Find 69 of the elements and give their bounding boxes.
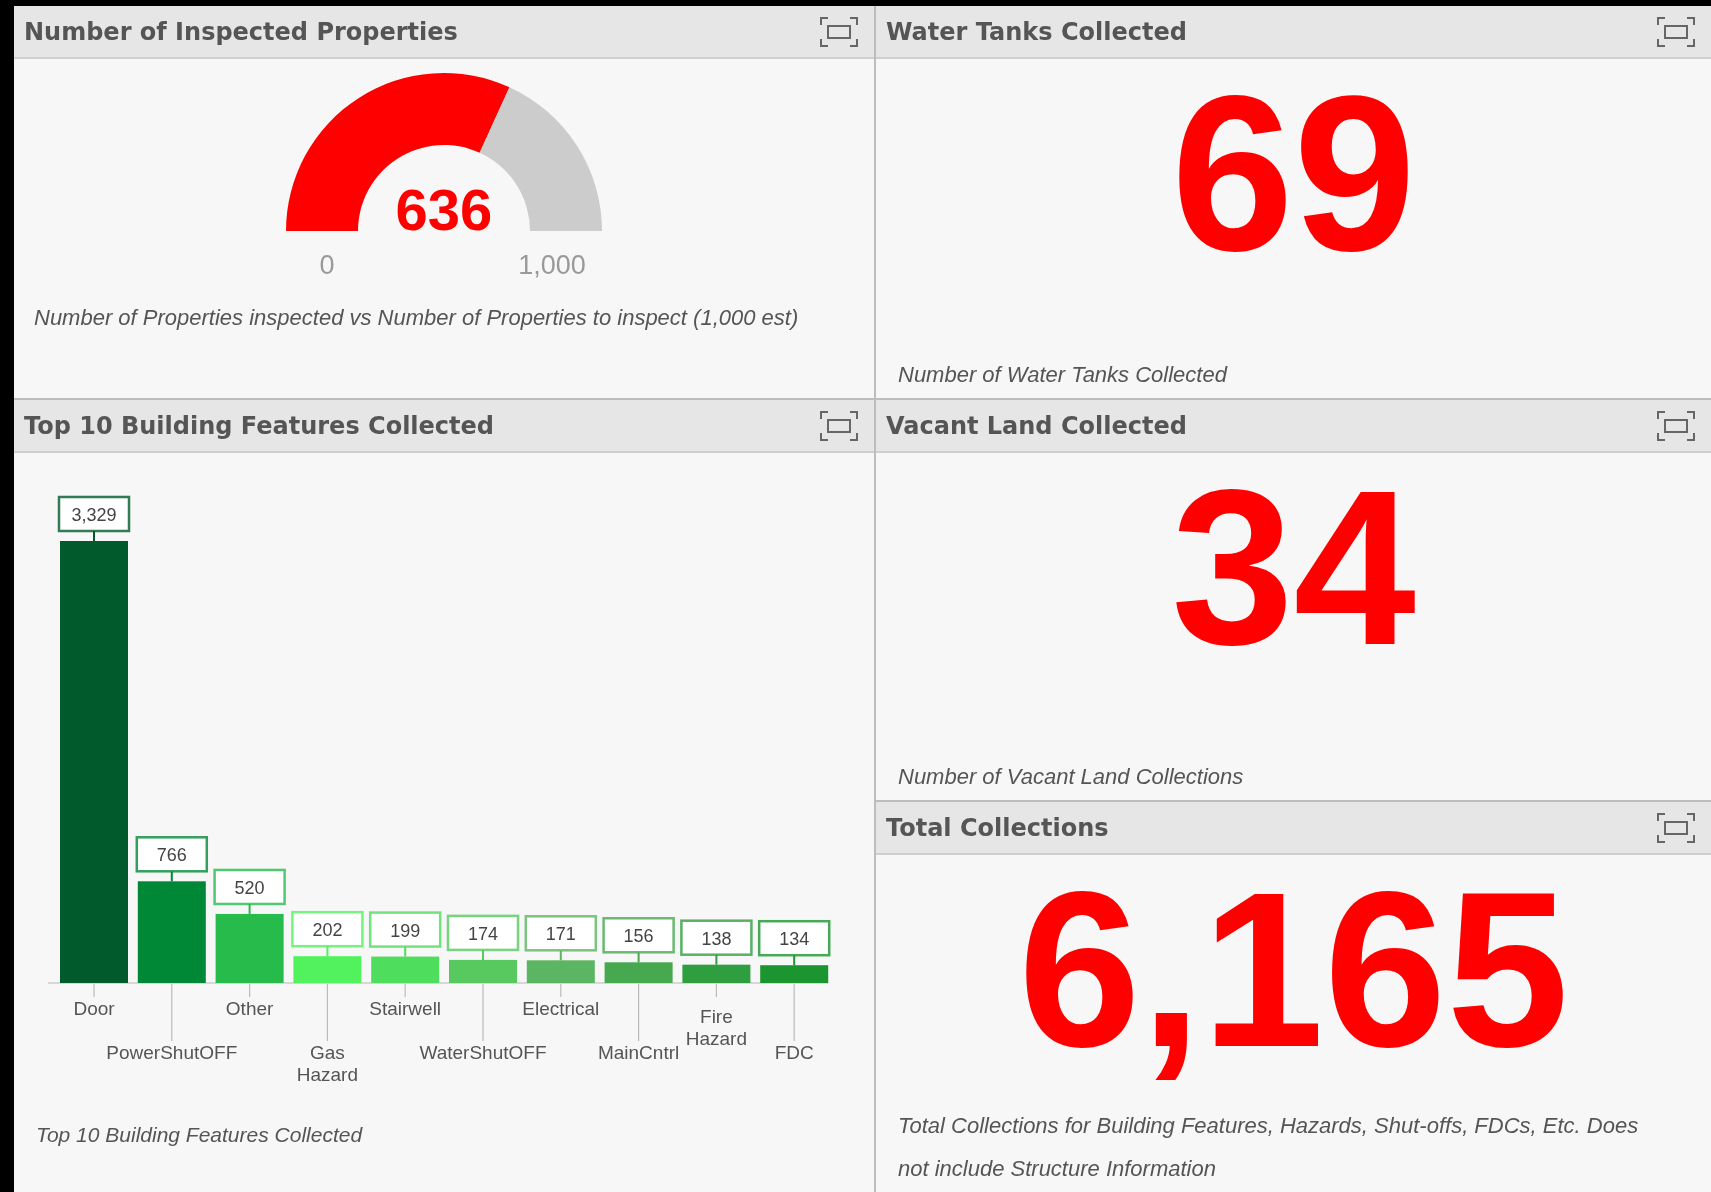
gauge-min-label: 0 [318,249,336,282]
category-label: Electrical [522,998,600,1019]
panel-title: Water Tanks Collected [886,16,1187,48]
value-label: 3,329 [57,495,131,542]
bar [604,962,673,983]
data-label: 520 [234,877,265,898]
bar [371,956,440,983]
bar [215,913,284,983]
value-label: 199 [368,911,442,958]
big-number: 34 [1171,445,1416,692]
panel-caption: Total Collections for Building Features, Hazards, Shut-offs, FDCs, Etc. Does not include Structure Information [897,1112,1640,1183]
data-label: 766 [156,845,187,866]
bar [682,964,751,983]
bar [526,960,595,983]
category-label: Fire Hazard [685,1006,748,1049]
leader-line [793,983,795,1042]
category-label: Stairwell [369,998,442,1019]
value-label: 171 [524,915,598,962]
leader-line [715,983,717,998]
panel-caption: Number of Water Tanks Collected [897,361,1229,389]
value-label: 156 [602,917,675,964]
category-label: WaterShutOFF [419,1042,547,1063]
category-label: Door [73,998,115,1019]
leader-line [560,983,562,998]
leader-line [93,983,95,998]
bar [293,956,362,983]
value-label: 520 [213,868,286,915]
leader-line [638,983,640,1042]
gauge-max-label: 1,000 [517,249,587,282]
category-label: Gas Hazard [296,1042,358,1085]
leader-line [249,983,251,998]
category-label: Other [225,998,274,1019]
panel-title: Vacant Land Collected [886,410,1187,442]
value-label: 174 [446,914,520,961]
leader-line [171,983,173,1042]
big-number: 69 [1171,51,1416,298]
value-label: 766 [135,836,209,883]
panel-caption: Top 10 Building Features Collected [35,1122,364,1148]
value-label: 134 [757,919,831,967]
data-label: 3,329 [71,505,117,525]
data-label: 134 [779,929,810,950]
value-label: 138 [680,919,753,966]
bar [760,965,829,983]
data-label: 156 [623,926,654,947]
big-number: 6,165 [1018,847,1569,1094]
category-label: MainCntrl [597,1042,680,1063]
bar [449,959,517,983]
expand-icon[interactable] [820,16,858,47]
category-label: FDC [774,1042,814,1063]
expand-icon[interactable] [1657,410,1695,441]
leader-line [482,983,484,1042]
leader-line [326,983,328,1042]
panel-title: Total Collections [886,812,1109,844]
gauge-value: 636 [395,181,493,239]
expand-icon[interactable] [1657,812,1695,843]
panel-caption: Number of Vacant Land Collections [897,763,1245,791]
data-label: 199 [390,920,421,941]
expand-icon[interactable] [820,410,858,441]
data-label: 138 [701,928,732,949]
panel-caption: Number of Properties inspected vs Number of Properties to inspect (1,000 est) [33,303,800,332]
data-label: 171 [545,924,576,945]
panel-title: Top 10 Building Features Collected [24,410,494,442]
leader-line [404,983,406,998]
expand-icon[interactable] [1657,16,1695,47]
category-label: PowerShutOFF [106,1042,238,1063]
data-label: 174 [467,923,499,944]
data-label: 202 [312,920,343,941]
panel-title: Number of Inspected Properties [24,16,458,48]
value-label: 202 [291,910,364,958]
